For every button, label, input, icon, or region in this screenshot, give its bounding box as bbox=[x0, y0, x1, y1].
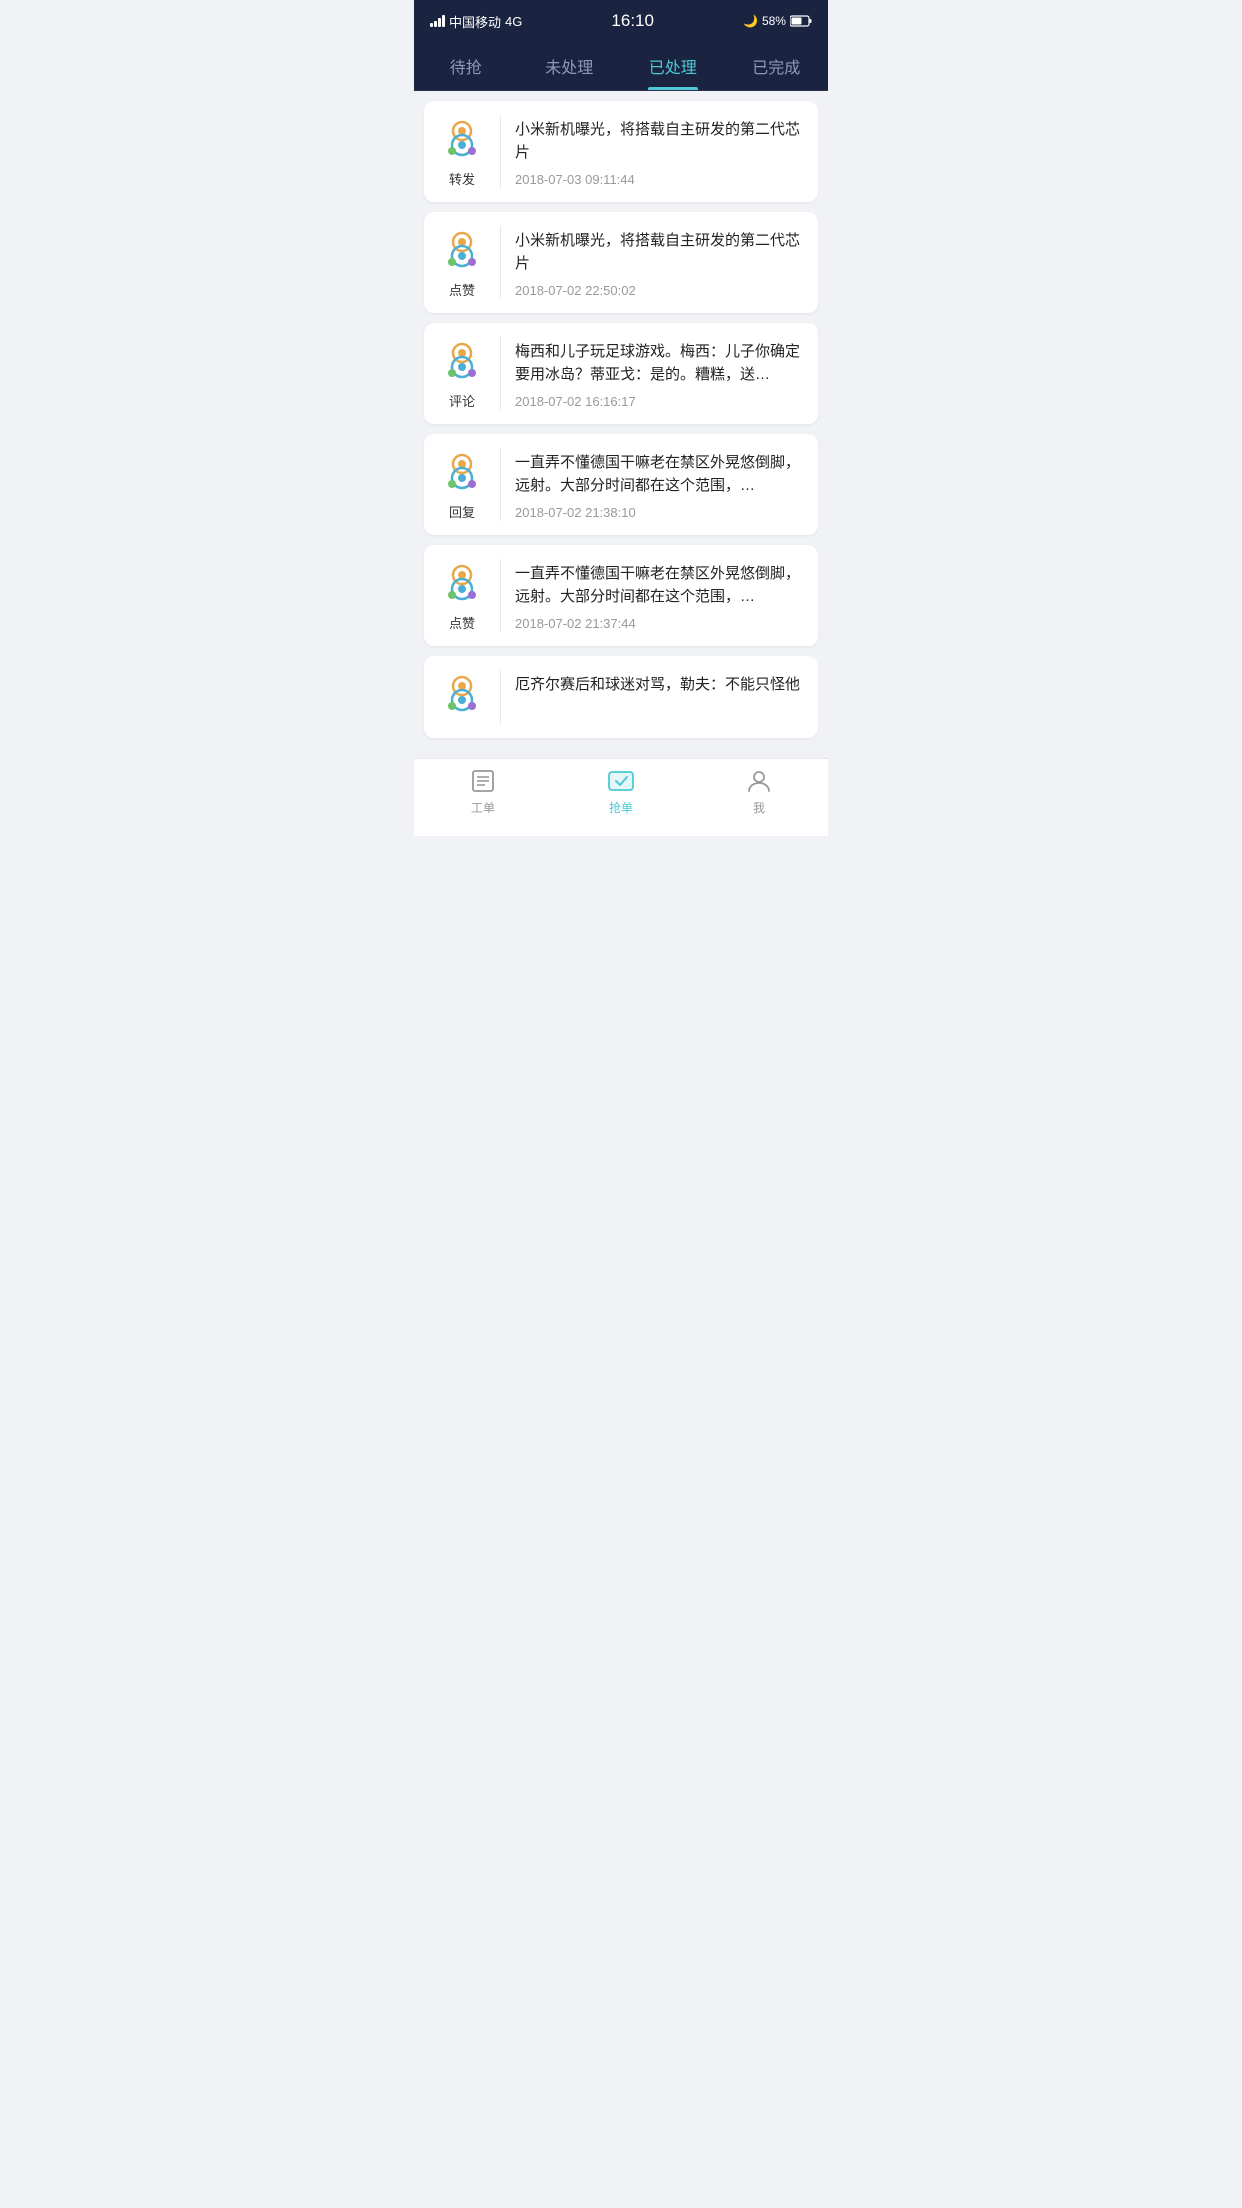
tab-bar: 待抢 未处理 已处理 已完成 bbox=[414, 40, 828, 91]
card-right-0: 小米新机曝光，将搭载自主研发的第二代芯片 2018-07-03 09:11:44 bbox=[515, 115, 804, 187]
divider-4 bbox=[500, 559, 501, 632]
card-right-5: 厄齐尔赛后和球迷对骂，勒夫：不能只怪他 bbox=[515, 670, 804, 697]
card-left-4: 点赞 bbox=[438, 559, 486, 632]
card-left-5 bbox=[438, 670, 486, 724]
tab-processed[interactable]: 已处理 bbox=[621, 40, 725, 90]
me-icon bbox=[745, 767, 773, 795]
card-right-4: 一直弄不懂德国干嘛老在禁区外晃悠倒脚，远射。大部分时间都在这个范围，… 2018… bbox=[515, 559, 804, 631]
network-label: 4G bbox=[505, 14, 522, 29]
divider-3 bbox=[500, 448, 501, 521]
card-action-2: 评论 bbox=[449, 391, 475, 410]
card-right-1: 小米新机曝光，将搭载自主研发的第二代芯片 2018-07-02 22:50:02 bbox=[515, 226, 804, 298]
list-item[interactable]: 点赞 一直弄不懂德国干嘛老在禁区外晃悠倒脚，远射。大部分时间都在这个范围，… 2… bbox=[424, 545, 818, 646]
card-title-1: 小米新机曝光，将搭载自主研发的第二代芯片 bbox=[515, 230, 804, 275]
battery-label: 58% bbox=[762, 14, 786, 28]
user-icon-3 bbox=[438, 448, 486, 496]
bottom-nav: 工单 抢单 我 bbox=[414, 758, 828, 836]
time-label: 16:10 bbox=[611, 11, 654, 31]
card-left-2: 评论 bbox=[438, 337, 486, 410]
signal-icon bbox=[430, 15, 445, 27]
card-action-1: 点赞 bbox=[449, 280, 475, 299]
card-title-3: 一直弄不懂德国干嘛老在禁区外晃悠倒脚，远射。大部分时间都在这个范围，… bbox=[515, 452, 804, 497]
divider-5 bbox=[500, 670, 501, 724]
card-title-4: 一直弄不懂德国干嘛老在禁区外晃悠倒脚，远射。大部分时间都在这个范围，… bbox=[515, 563, 804, 608]
list-item[interactable]: 厄齐尔赛后和球迷对骂，勒夫：不能只怪他 bbox=[424, 656, 818, 738]
card-right-3: 一直弄不懂德国干嘛老在禁区外晃悠倒脚，远射。大部分时间都在这个范围，… 2018… bbox=[515, 448, 804, 520]
user-icon-5 bbox=[438, 670, 486, 718]
card-title-2: 梅西和儿子玩足球游戏。梅西：儿子你确定要用冰岛？蒂亚戈：是的。糟糕，送… bbox=[515, 341, 804, 386]
nav-me[interactable]: 我 bbox=[690, 767, 828, 816]
grab-icon bbox=[607, 767, 635, 795]
user-icon-4 bbox=[438, 559, 486, 607]
card-time-3: 2018-07-02 21:38:10 bbox=[515, 505, 804, 520]
moon-icon: 🌙 bbox=[743, 14, 758, 28]
card-title-0: 小米新机曝光，将搭载自主研发的第二代芯片 bbox=[515, 119, 804, 164]
list-item[interactable]: 回复 一直弄不懂德国干嘛老在禁区外晃悠倒脚，远射。大部分时间都在这个范围，… 2… bbox=[424, 434, 818, 535]
tab-waiting[interactable]: 待抢 bbox=[414, 40, 518, 90]
card-left-0: 转发 bbox=[438, 115, 486, 188]
workorder-icon bbox=[469, 767, 497, 795]
status-bar: 中国移动 4G 16:10 🌙 58% bbox=[414, 0, 828, 40]
card-time-1: 2018-07-02 22:50:02 bbox=[515, 283, 804, 298]
user-icon-1 bbox=[438, 226, 486, 274]
card-time-4: 2018-07-02 21:37:44 bbox=[515, 616, 804, 631]
content-area: 转发 小米新机曝光，将搭载自主研发的第二代芯片 2018-07-03 09:11… bbox=[414, 91, 828, 748]
carrier-label: 中国移动 bbox=[449, 12, 501, 31]
card-left-3: 回复 bbox=[438, 448, 486, 521]
card-left-1: 点赞 bbox=[438, 226, 486, 299]
divider-1 bbox=[500, 226, 501, 299]
user-icon-0 bbox=[438, 115, 486, 163]
me-label: 我 bbox=[753, 799, 765, 816]
nav-workorder[interactable]: 工单 bbox=[414, 767, 552, 816]
list-item[interactable]: 转发 小米新机曝光，将搭载自主研发的第二代芯片 2018-07-03 09:11… bbox=[424, 101, 818, 202]
tab-completed[interactable]: 已完成 bbox=[725, 40, 829, 90]
divider-0 bbox=[500, 115, 501, 188]
nav-grab[interactable]: 抢单 bbox=[552, 767, 690, 816]
list-item[interactable]: 点赞 小米新机曝光，将搭载自主研发的第二代芯片 2018-07-02 22:50… bbox=[424, 212, 818, 313]
card-action-0: 转发 bbox=[449, 169, 475, 188]
card-right-2: 梅西和儿子玩足球游戏。梅西：儿子你确定要用冰岛？蒂亚戈：是的。糟糕，送… 201… bbox=[515, 337, 804, 409]
card-action-4: 点赞 bbox=[449, 613, 475, 632]
card-action-3: 回复 bbox=[449, 502, 475, 521]
workorder-label: 工单 bbox=[471, 799, 495, 816]
card-title-5: 厄齐尔赛后和球迷对骂，勒夫：不能只怪他 bbox=[515, 674, 804, 697]
divider-2 bbox=[500, 337, 501, 410]
status-right: 🌙 58% bbox=[743, 14, 812, 28]
status-left: 中国移动 4G bbox=[430, 12, 522, 31]
tab-unprocessed[interactable]: 未处理 bbox=[518, 40, 622, 90]
list-item[interactable]: 评论 梅西和儿子玩足球游戏。梅西：儿子你确定要用冰岛？蒂亚戈：是的。糟糕，送… … bbox=[424, 323, 818, 424]
grab-label: 抢单 bbox=[609, 799, 633, 816]
user-icon-2 bbox=[438, 337, 486, 385]
card-time-0: 2018-07-03 09:11:44 bbox=[515, 172, 804, 187]
battery-icon bbox=[790, 15, 812, 27]
card-time-2: 2018-07-02 16:16:17 bbox=[515, 394, 804, 409]
